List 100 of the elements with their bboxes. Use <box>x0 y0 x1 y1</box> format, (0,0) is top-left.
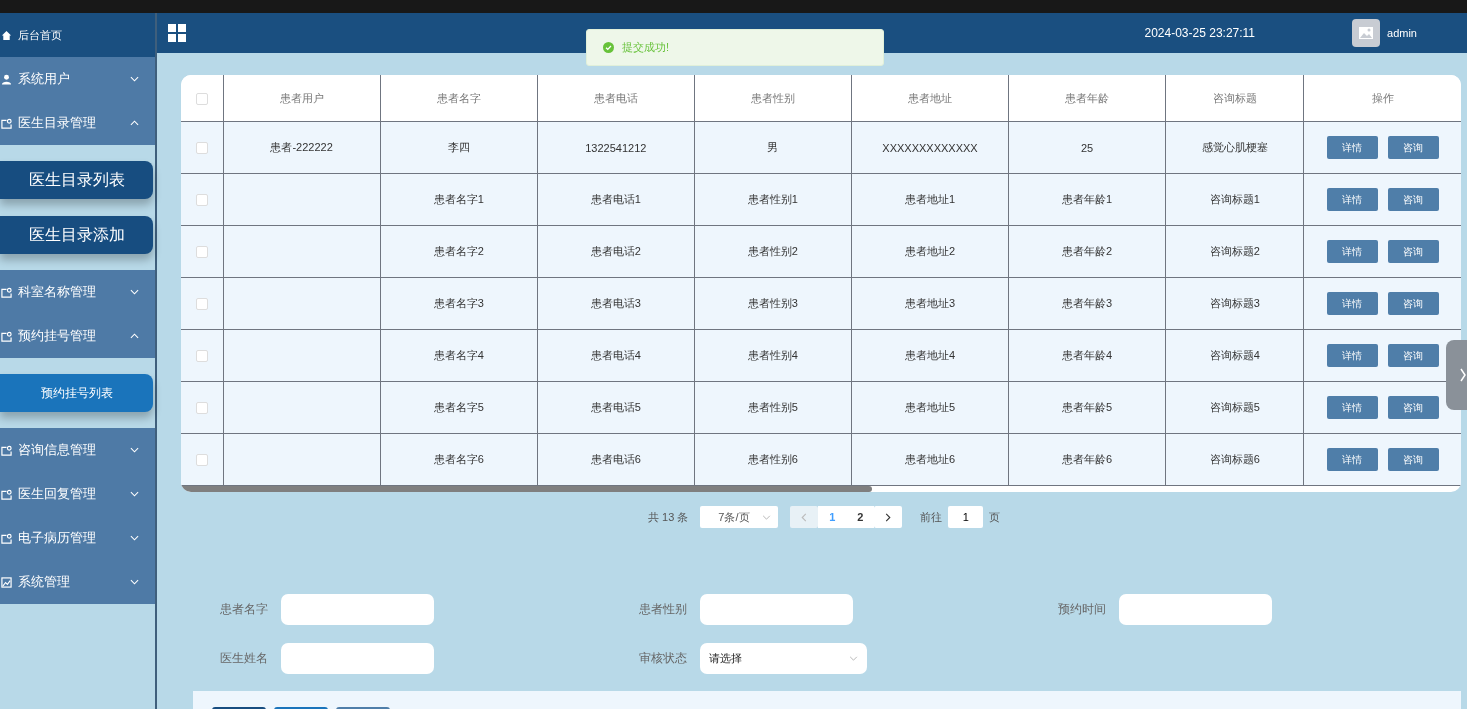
grid-menu-icon[interactable] <box>168 24 186 42</box>
input-field[interactable] <box>700 594 853 625</box>
table-cell: 1322541212 <box>585 141 647 154</box>
row-checkbox[interactable] <box>195 246 208 259</box>
avatar-image-icon[interactable] <box>1352 19 1381 47</box>
column-header: 患者地址 <box>908 91 952 104</box>
status-select[interactable]: 请选择 <box>700 643 867 674</box>
consult-button[interactable]: 咨询 <box>1387 292 1439 315</box>
details-button[interactable]: 详情 <box>1326 344 1378 367</box>
toast-message: 提交成功! <box>622 40 670 55</box>
select-all-checkbox[interactable] <box>195 92 208 105</box>
sidebar-item[interactable]: 医生回复管理 <box>0 472 155 516</box>
row-checkbox[interactable] <box>195 454 208 467</box>
consult-button[interactable]: 咨询 <box>1387 396 1439 419</box>
table-cell: 患者年龄5 <box>1062 401 1113 413</box>
table-cell: 患者电话2 <box>590 245 641 257</box>
total-count: 共 13 条 <box>648 509 689 525</box>
table-cell: 咨询标题6 <box>1209 453 1260 465</box>
sidebar-item[interactable]: 咨询信息管理 <box>0 428 155 472</box>
sidebar-item[interactable]: 科室名称管理 <box>0 270 155 314</box>
submenu-item[interactable]: 预约挂号列表 <box>0 374 153 412</box>
table-cell: 患者地址4 <box>904 349 956 361</box>
next-page-button[interactable] <box>874 506 903 528</box>
table-cell: 患者电话4 <box>590 349 641 361</box>
details-button[interactable]: 详情 <box>1326 448 1378 471</box>
input-field[interactable] <box>281 594 434 625</box>
details-button[interactable]: 详情 <box>1326 396 1378 419</box>
table-cell: 患者名字4 <box>433 349 484 361</box>
sidebar-item[interactable]: 预约挂号管理 <box>0 314 155 358</box>
column-header: 操作 <box>1371 91 1394 104</box>
table-cell: 感觉心肌梗塞 <box>1201 141 1268 153</box>
consult-button[interactable]: 咨询 <box>1387 448 1439 471</box>
consult-button[interactable]: 咨询 <box>1387 344 1439 367</box>
home-icon <box>1 29 12 41</box>
sidebar-item[interactable]: 后台首页 <box>0 13 155 57</box>
chevron-up-icon <box>130 120 139 126</box>
previous-page-button[interactable] <box>790 506 819 528</box>
row-checkbox[interactable] <box>195 350 208 363</box>
table-cell: 患者-222222 <box>270 141 333 153</box>
sidebar-item[interactable]: 电子病历管理 <box>0 516 155 560</box>
chevron-down-icon <box>130 491 139 497</box>
row-checkbox[interactable] <box>195 298 208 311</box>
page-size-select[interactable]: 7条/页 <box>700 506 779 528</box>
table-cell: 患者地址6 <box>904 453 956 465</box>
chevron-down-icon <box>130 579 139 585</box>
table-cell: 男 <box>767 141 779 153</box>
table-cell: 患者年龄2 <box>1062 245 1113 257</box>
table-cell: 患者电话1 <box>590 193 641 205</box>
table-cell: 患者性别2 <box>747 245 798 257</box>
folder-icon <box>1 532 12 544</box>
field-label: 审核状态 <box>639 650 688 667</box>
submenu-item[interactable]: 医生目录添加 <box>0 216 153 254</box>
sidebar-item[interactable]: 系统用户 <box>0 57 155 101</box>
horizontal-scrollbar[interactable] <box>181 486 872 492</box>
column-header: 患者年龄 <box>1065 91 1110 104</box>
submenu-item[interactable]: 医生目录列表 <box>0 161 153 199</box>
folder-icon <box>1 330 12 342</box>
chevron-down-icon <box>130 289 139 295</box>
details-button[interactable]: 详情 <box>1326 188 1378 211</box>
consult-button[interactable]: 咨询 <box>1387 188 1439 211</box>
table-cell: 李四 <box>447 141 470 153</box>
table-cell: 咨询标题1 <box>1209 193 1260 205</box>
chevron-down-icon <box>762 514 772 520</box>
row-checkbox[interactable] <box>195 194 208 207</box>
table-cell: 患者性别6 <box>747 453 798 465</box>
table-cell: 患者名字3 <box>433 297 484 309</box>
table-cell: 患者年龄6 <box>1062 453 1113 465</box>
chevron-up-icon <box>130 333 139 339</box>
field-label: 医生姓名 <box>220 650 269 667</box>
check-circle-icon <box>603 42 614 53</box>
row-checkbox[interactable] <box>195 142 208 155</box>
table-cell: 患者性别4 <box>747 349 798 361</box>
input-field[interactable] <box>1119 594 1272 625</box>
field-label: 患者名字 <box>220 601 269 618</box>
column-header: 患者用户 <box>279 91 324 104</box>
chevron-right-icon <box>885 512 892 522</box>
field-label: 患者性别 <box>639 601 688 618</box>
sidebar-item[interactable]: 系统管理 <box>0 560 155 604</box>
consult-button[interactable]: 咨询 <box>1387 136 1439 159</box>
table-cell: 咨询标题5 <box>1209 401 1260 413</box>
page-button[interactable]: 2 <box>846 506 875 528</box>
consult-button[interactable]: 咨询 <box>1387 240 1439 263</box>
details-button[interactable]: 详情 <box>1326 136 1378 159</box>
side-drawer-tab[interactable] <box>1446 340 1467 410</box>
details-button[interactable]: 详情 <box>1326 240 1378 263</box>
table-cell: 患者性别1 <box>747 193 798 205</box>
details-button[interactable]: 详情 <box>1326 292 1378 315</box>
table-cell: XXXXXXXXXXXXX <box>882 141 978 154</box>
sidebar-item[interactable]: 医生目录管理 <box>0 101 155 145</box>
table-cell: 患者名字1 <box>433 193 484 205</box>
field-label: 预约时间 <box>1058 601 1107 618</box>
folder-icon <box>1 488 12 500</box>
chevron-right-icon <box>1460 368 1466 382</box>
input-field[interactable] <box>281 643 434 674</box>
page-button[interactable]: 1 <box>818 506 847 528</box>
table-cell: 患者电话6 <box>590 453 641 465</box>
username[interactable]: admin <box>1387 27 1417 39</box>
goto-page-field[interactable]: 1 <box>948 506 984 528</box>
row-checkbox[interactable] <box>195 402 208 415</box>
table-cell: 患者地址5 <box>904 401 956 413</box>
